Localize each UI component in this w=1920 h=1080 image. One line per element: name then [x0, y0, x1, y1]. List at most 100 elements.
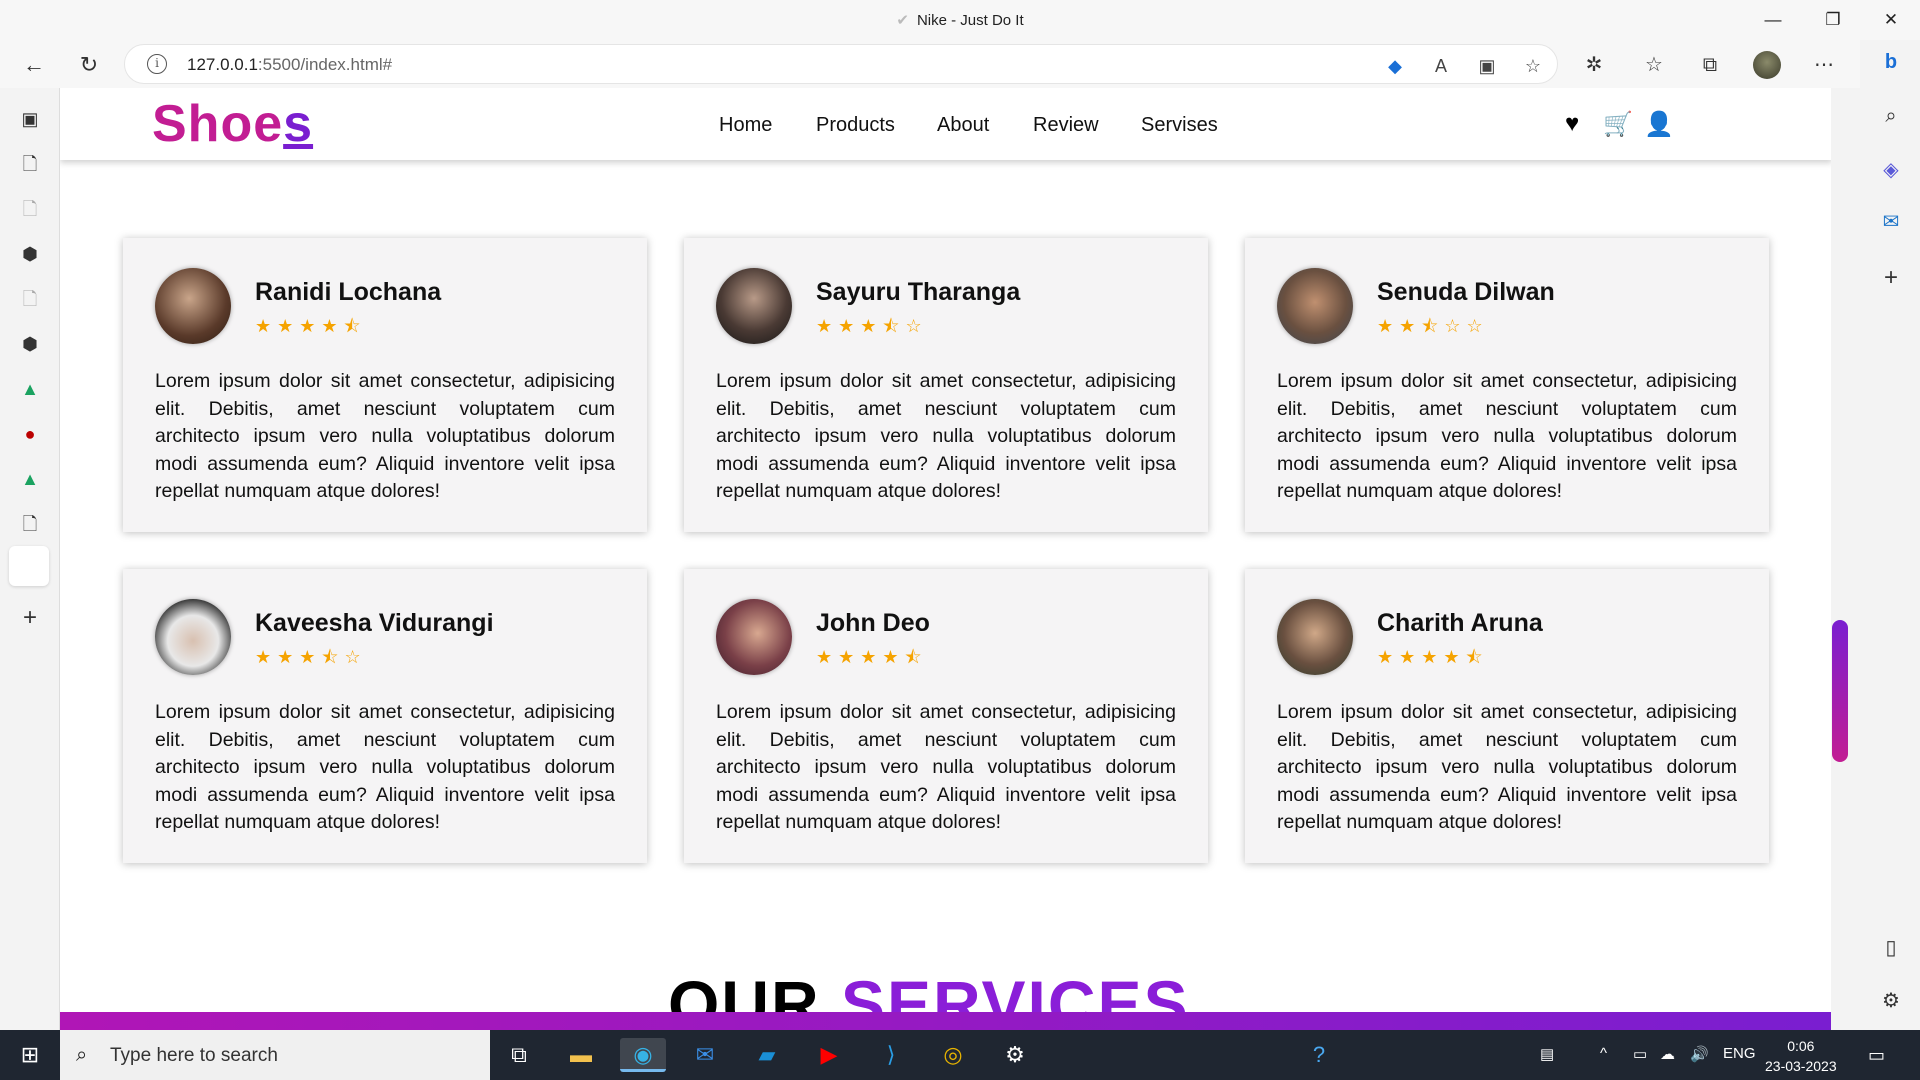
- chrome-icon[interactable]: ◎: [930, 1038, 976, 1072]
- page-scrollbar[interactable]: [1831, 88, 1860, 1030]
- nav-about[interactable]: About: [937, 114, 989, 137]
- language-indicator[interactable]: ENG: [1723, 1045, 1756, 1062]
- star-rating: ★★★⯪☆: [816, 316, 928, 336]
- review-card: Charith Aruna ★★★★⯪ Lorem ipsum dolor si…: [1245, 569, 1769, 863]
- page-tab-icon[interactable]: 🗋: [18, 512, 42, 536]
- mail-icon[interactable]: ✉: [682, 1038, 728, 1072]
- review-card: Senuda Dilwan ★★⯪☆☆ Lorem ipsum dolor si…: [1245, 238, 1769, 532]
- reviewer-name: Kaveesha Vidurangi: [255, 609, 494, 637]
- review-card: Kaveesha Vidurangi ★★★⯪☆ Lorem ipsum dol…: [123, 569, 647, 863]
- star-rating: ★★⯪☆☆: [1377, 316, 1489, 336]
- windows-start-icon[interactable]: ⊞: [10, 1040, 50, 1070]
- reviewer-avatar: [155, 268, 231, 344]
- help-icon[interactable]: ?: [1296, 1038, 1342, 1072]
- settings-icon[interactable]: ⚙: [1878, 988, 1904, 1014]
- nav-services[interactable]: Servises: [1141, 114, 1218, 137]
- tab-actions-icon[interactable]: ▣: [18, 107, 42, 131]
- address-bar[interactable]: i 127.0.0.1:5500/index.html# ◆ A ▣ ☆: [124, 44, 1558, 84]
- reviewer-avatar: [716, 599, 792, 675]
- drive-tab-icon[interactable]: ▲: [18, 467, 42, 491]
- heart-icon[interactable]: ♥: [1565, 110, 1579, 138]
- network-icon[interactable]: ☁: [1660, 1045, 1675, 1063]
- vscode-icon[interactable]: ⟩: [868, 1038, 914, 1072]
- reviewer-name: Charith Aruna: [1377, 609, 1543, 637]
- user-icon[interactable]: 👤: [1644, 110, 1674, 139]
- extensions-icon[interactable]: ✲: [1581, 52, 1607, 78]
- page-tab-icon[interactable]: 🗋: [18, 197, 42, 221]
- url-text[interactable]: 127.0.0.1:5500/index.html#: [187, 55, 392, 75]
- window-title: ✔ Nike - Just Do It: [0, 11, 1920, 29]
- back-icon[interactable]: ←: [17, 48, 51, 82]
- favorites-icon[interactable]: ☆: [1641, 52, 1667, 78]
- codepen-tab-icon[interactable]: ⬢: [18, 242, 42, 266]
- window-title-text: Nike - Just Do It: [916, 12, 1024, 29]
- page-tab-icon[interactable]: 🗋: [18, 152, 42, 176]
- restore-button[interactable]: ❐: [1810, 6, 1856, 34]
- windows-taskbar: ⊞ ⌕ Type here to search ⧉ ▬ ◉ ✉ ▰ ▶ ⟩ ◎ …: [0, 1030, 1920, 1080]
- nav-home[interactable]: Home: [719, 114, 772, 137]
- review-text: Lorem ipsum dolor sit amet consectetur, …: [1277, 370, 1737, 502]
- active-tab[interactable]: [9, 546, 49, 586]
- review-text: Lorem ipsum dolor sit amet consectetur, …: [716, 701, 1176, 833]
- review-text: Lorem ipsum dolor sit amet consectetur, …: [155, 701, 615, 833]
- clock-date: 23-03-2023: [1765, 1058, 1837, 1074]
- close-button[interactable]: ✕: [1868, 6, 1914, 34]
- site-logo[interactable]: Shoes: [152, 94, 313, 154]
- star-rating: ★★★⯪☆: [255, 647, 367, 667]
- codepen-tab-icon[interactable]: ⬢: [18, 332, 42, 356]
- tag-icon[interactable]: ◆: [1383, 55, 1407, 77]
- nav-products[interactable]: Products: [816, 114, 895, 137]
- review-card: John Deo ★★★★⯪ Lorem ipsum dolor sit ame…: [684, 569, 1208, 863]
- youtube-icon[interactable]: ▶: [806, 1038, 852, 1072]
- scrollbar-thumb[interactable]: [1832, 620, 1848, 762]
- bing-icon[interactable]: b: [1878, 49, 1904, 75]
- nav-review[interactable]: Review: [1033, 114, 1099, 137]
- star-rating: ★★★★⯪: [816, 647, 928, 667]
- search-icon[interactable]: ⌕: [1878, 103, 1904, 129]
- reviewer-avatar: [716, 268, 792, 344]
- news-icon[interactable]: ▤: [1540, 1045, 1554, 1063]
- settings-app-icon[interactable]: ⚙: [992, 1038, 1038, 1072]
- star-rating: ★★★★⯪: [1377, 647, 1489, 667]
- reviewer-avatar: [1277, 599, 1353, 675]
- more-icon[interactable]: ⋯: [1811, 52, 1837, 78]
- hp-app-icon[interactable]: ▰: [744, 1038, 790, 1072]
- drive-tab-icon[interactable]: ▲: [18, 377, 42, 401]
- app-tab-icon[interactable]: ●: [18, 422, 42, 446]
- reviewer-name: Ranidi Lochana: [255, 278, 442, 306]
- edge-icon[interactable]: ◉: [620, 1038, 666, 1072]
- page-tab-icon[interactable]: 🗋: [18, 287, 42, 311]
- info-icon[interactable]: i: [147, 54, 167, 74]
- tray-chevron-icon[interactable]: ^: [1600, 1045, 1607, 1062]
- notifications-icon[interactable]: ▭: [1868, 1045, 1885, 1066]
- new-tab-icon[interactable]: +: [18, 606, 42, 630]
- reviewer-name: Senuda Dilwan: [1377, 278, 1555, 306]
- cart-icon[interactable]: 🛒: [1603, 110, 1633, 139]
- add-favorite-icon[interactable]: ☆: [1521, 55, 1545, 77]
- taskbar-search-box[interactable]: ⌕ Type here to search: [60, 1030, 490, 1080]
- review-text: Lorem ipsum dolor sit amet consectetur, …: [155, 370, 615, 502]
- checkmark-icon: ✔: [896, 12, 909, 29]
- read-aloud-icon[interactable]: A: [1429, 55, 1453, 77]
- profile-avatar[interactable]: [1753, 51, 1781, 79]
- search-placeholder: Type here to search: [110, 1045, 278, 1066]
- taskbar-clock[interactable]: 0:06 23-03-2023: [1765, 1036, 1837, 1076]
- star-rating: ★★★★⯪: [255, 316, 367, 336]
- review-text: Lorem ipsum dolor sit amet consectetur, …: [716, 370, 1176, 502]
- web-page: Shoes Home Products About Review Servise…: [59, 88, 1831, 1030]
- outlook-icon[interactable]: ✉: [1878, 209, 1904, 235]
- battery-icon[interactable]: ▭: [1633, 1045, 1647, 1063]
- volume-icon[interactable]: 🔊: [1690, 1045, 1709, 1063]
- hide-sidebar-icon[interactable]: ▯: [1878, 935, 1904, 961]
- task-view-icon[interactable]: ⧉: [496, 1038, 542, 1072]
- reviewer-avatar: [155, 599, 231, 675]
- refresh-icon[interactable]: ↻: [72, 48, 106, 82]
- review-card: Sayuru Tharanga ★★★⯪☆ Lorem ipsum dolor …: [684, 238, 1208, 532]
- edge-sidebar: b ⌕ ◈ ✉ + ▯ ⚙: [1860, 40, 1920, 1030]
- office-icon[interactable]: ◈: [1878, 157, 1904, 183]
- minimize-button[interactable]: —: [1750, 6, 1796, 34]
- collections-icon[interactable]: ⧉: [1697, 52, 1723, 78]
- add-app-icon[interactable]: +: [1878, 265, 1904, 291]
- immersive-reader-icon[interactable]: ▣: [1475, 55, 1499, 77]
- file-explorer-icon[interactable]: ▬: [558, 1038, 604, 1072]
